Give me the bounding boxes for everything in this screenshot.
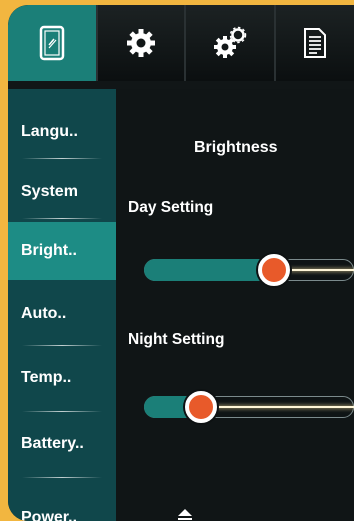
sidebar-item-label: Battery..	[21, 435, 84, 452]
sidebar-divider	[22, 477, 102, 478]
gears-icon	[212, 26, 248, 60]
sidebar-item-power[interactable]: Power..	[8, 489, 116, 521]
sidebar-item-label: System	[21, 183, 78, 200]
phone-icon	[39, 25, 65, 61]
sidebar-divider	[22, 158, 102, 159]
gear-icon	[126, 28, 156, 58]
tab-settings[interactable]	[96, 5, 184, 81]
sidebar-item-temperature[interactable]: Temp..	[8, 349, 116, 407]
sidebar-item-label: Bright..	[21, 242, 77, 259]
sidebar: Langu.. System Bright.. Auto.. Temp.. Ba…	[8, 89, 116, 521]
brightness-panel: Brightness Day Setting Night Setting	[116, 89, 354, 521]
sidebar-item-label: Temp..	[21, 369, 72, 386]
sidebar-divider	[22, 411, 102, 412]
scroll-up-icon-base	[178, 518, 192, 520]
day-setting-label: Day Setting	[128, 199, 214, 216]
slider-handle[interactable]	[185, 391, 217, 423]
scroll-up-icon[interactable]	[178, 509, 192, 516]
sidebar-item-battery[interactable]: Battery..	[8, 415, 116, 473]
sidebar-divider	[22, 218, 102, 219]
document-icon	[303, 27, 327, 59]
tab-advanced[interactable]	[184, 5, 274, 81]
sidebar-item-language[interactable]: Langu..	[8, 103, 116, 161]
slider-glow	[286, 269, 354, 271]
device-screen: Langu.. System Bright.. Auto.. Temp.. Ba…	[8, 5, 354, 521]
night-setting-label: Night Setting	[128, 331, 225, 348]
sidebar-divider	[22, 345, 102, 346]
sidebar-item-system[interactable]: System	[8, 163, 116, 221]
sidebar-item-auto[interactable]: Auto..	[8, 285, 116, 343]
sidebar-item-brightness[interactable]: Bright..	[8, 222, 116, 280]
top-tab-bar	[8, 5, 354, 81]
day-brightness-slider[interactable]	[144, 254, 354, 286]
sidebar-item-label: Langu..	[21, 123, 78, 140]
slider-handle[interactable]	[258, 254, 290, 286]
tab-info[interactable]	[274, 5, 354, 81]
tab-display[interactable]	[8, 5, 96, 81]
night-brightness-slider[interactable]	[144, 391, 354, 423]
slider-glow	[213, 406, 354, 408]
sidebar-item-label: Auto..	[21, 305, 67, 322]
page-title: Brightness	[194, 139, 278, 156]
sidebar-item-label: Power..	[21, 509, 78, 521]
